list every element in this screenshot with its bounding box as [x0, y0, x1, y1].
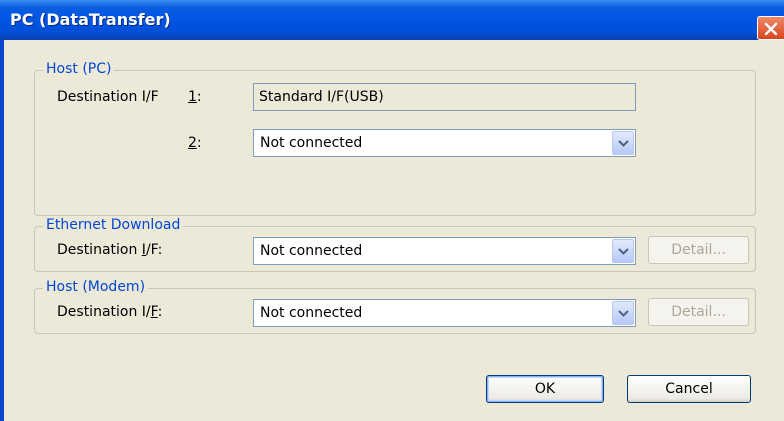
- modem-destination-select[interactable]: Not connected: [253, 299, 636, 327]
- destination-1-field: Standard I/F(USB): [253, 83, 636, 111]
- modem-label-prefix: Destination I/: [57, 304, 151, 320]
- destination-2-colon: :: [196, 135, 202, 151]
- destination-2-value: Not connected: [260, 135, 363, 151]
- modem-detail-button[interactable]: Detail...: [648, 298, 749, 326]
- window-title: PC (DataTransfer): [10, 10, 171, 29]
- destination-2-label: 2:: [188, 134, 202, 152]
- destination-1-label: 1:: [188, 88, 202, 106]
- ethernet-detail-button[interactable]: Detail...: [648, 236, 749, 264]
- ethernet-destination-label: Destination I/F:: [57, 241, 162, 259]
- host-modem-legend: Host (Modem): [43, 279, 149, 295]
- destination-if-label: Destination I/F: [57, 89, 159, 105]
- modem-destination-label: Destination I/F:: [57, 303, 162, 321]
- ok-button[interactable]: OK: [486, 375, 604, 403]
- pc-datatransfer-dialog: PC (DataTransfer) Host (PC) Destination …: [0, 0, 784, 421]
- ethernet-label-suffix: /F:: [145, 242, 163, 258]
- destination-1-colon: :: [196, 89, 202, 105]
- chevron-down-icon: [618, 310, 629, 317]
- destination-2-select[interactable]: Not connected: [253, 129, 636, 157]
- close-icon: [764, 22, 778, 36]
- chevron-down-icon: [618, 248, 629, 255]
- host-pc-legend: Host (PC): [43, 61, 115, 77]
- ethernet-label-prefix: Destination: [57, 242, 142, 258]
- destination-1-mnemonic: 1: [188, 89, 197, 105]
- modem-dropdown-button[interactable]: [612, 301, 634, 325]
- chevron-down-icon: [618, 140, 629, 147]
- ethernet-dropdown-button[interactable]: [612, 239, 634, 263]
- ethernet-download-legend: Ethernet Download: [43, 217, 184, 233]
- modem-label-mnemonic: F: [150, 304, 158, 320]
- destination-2-dropdown-button[interactable]: [612, 131, 634, 155]
- modem-destination-value: Not connected: [260, 305, 363, 321]
- cancel-button[interactable]: Cancel: [627, 375, 751, 403]
- ethernet-destination-select[interactable]: Not connected: [253, 237, 636, 265]
- destination-2-mnemonic: 2: [188, 135, 197, 151]
- title-bar[interactable]: PC (DataTransfer): [0, 0, 784, 40]
- window-left-border: [0, 40, 4, 421]
- close-button[interactable]: [757, 16, 784, 40]
- ethernet-destination-value: Not connected: [260, 243, 363, 259]
- modem-label-suffix: :: [157, 304, 163, 320]
